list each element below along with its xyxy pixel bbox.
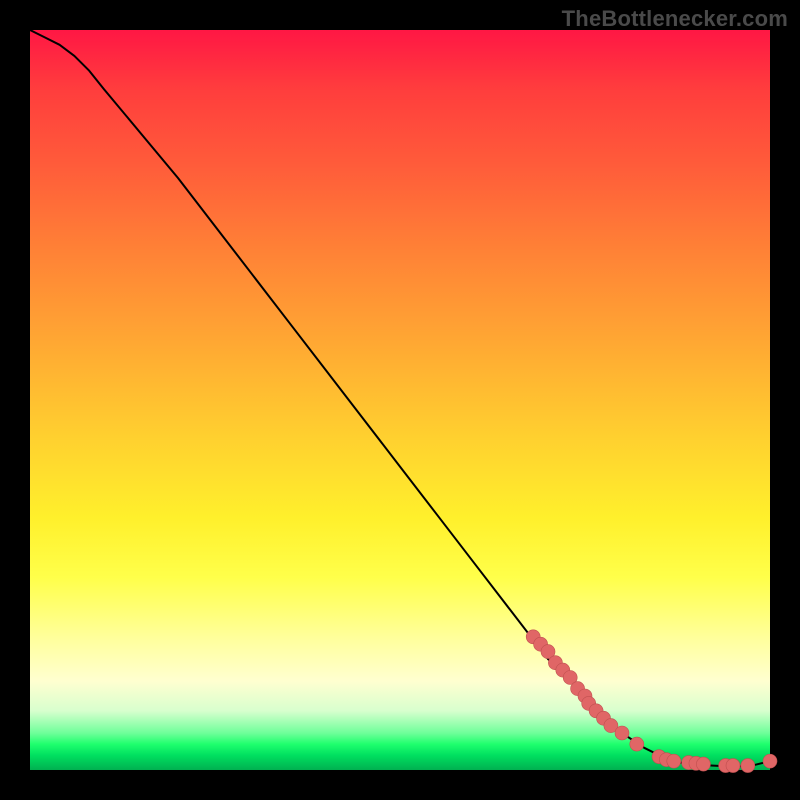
marker-dot	[726, 759, 740, 773]
attribution-label: TheBottlenecker.com	[562, 6, 788, 32]
bottleneck-curve-path	[30, 30, 770, 766]
marker-dot	[615, 726, 629, 740]
marker-dot	[741, 759, 755, 773]
plot-area	[30, 30, 770, 770]
chart-frame: TheBottlenecker.com	[0, 0, 800, 800]
plot-svg	[30, 30, 770, 770]
marker-dot	[763, 754, 777, 768]
marker-dot	[630, 737, 644, 751]
marker-dot	[667, 754, 681, 768]
marker-dot	[696, 757, 710, 771]
